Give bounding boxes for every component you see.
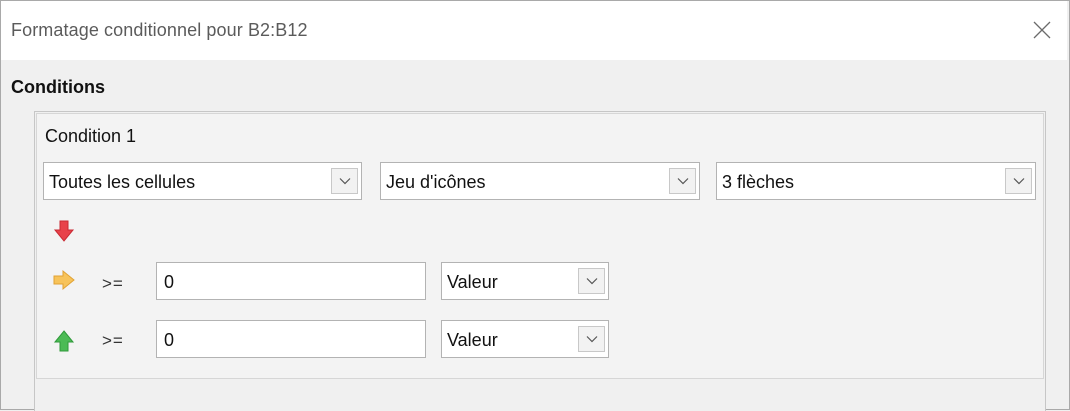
value-type-select-value: Valeur bbox=[447, 272, 498, 292]
conditions-heading: Conditions bbox=[11, 77, 105, 97]
value-input[interactable]: 0 bbox=[156, 262, 426, 300]
iconset-select[interactable]: 3 flèches bbox=[716, 162, 1036, 200]
value-type-select-value: Valeur bbox=[447, 330, 498, 350]
scope-select-value: Toutes les cellules bbox=[49, 172, 196, 192]
value-type-select[interactable]: Valeur bbox=[441, 262, 609, 300]
operator-label: >= bbox=[102, 331, 124, 350]
dialog-title: Formatage conditionnel pour B2:B12 bbox=[11, 20, 308, 40]
chevron-down-icon[interactable] bbox=[1005, 168, 1032, 194]
chevron-down-icon[interactable] bbox=[578, 326, 605, 352]
condition-label: Condition 1 bbox=[45, 126, 137, 146]
arrow-up-green-icon bbox=[53, 329, 75, 358]
value-input-text: 0 bbox=[164, 272, 175, 292]
value-input-text: 0 bbox=[164, 330, 175, 350]
arrow-down-red-icon bbox=[53, 219, 75, 248]
operator-label: >= bbox=[102, 274, 124, 293]
chevron-down-icon[interactable] bbox=[331, 168, 358, 194]
scope-select[interactable]: Toutes les cellules bbox=[43, 162, 362, 200]
type-select[interactable]: Jeu d'icônes bbox=[380, 162, 700, 200]
chevron-down-icon[interactable] bbox=[578, 268, 605, 294]
value-input[interactable]: 0 bbox=[156, 320, 426, 358]
type-select-value: Jeu d'icônes bbox=[386, 172, 486, 192]
iconset-select-value: 3 flèches bbox=[722, 172, 795, 192]
value-type-select[interactable]: Valeur bbox=[441, 320, 609, 358]
chevron-down-icon[interactable] bbox=[669, 168, 696, 194]
title-bar: Formatage conditionnel pour B2:B12 bbox=[1, 1, 1067, 60]
arrow-right-yellow-icon bbox=[52, 269, 76, 296]
close-icon[interactable] bbox=[1027, 15, 1057, 45]
